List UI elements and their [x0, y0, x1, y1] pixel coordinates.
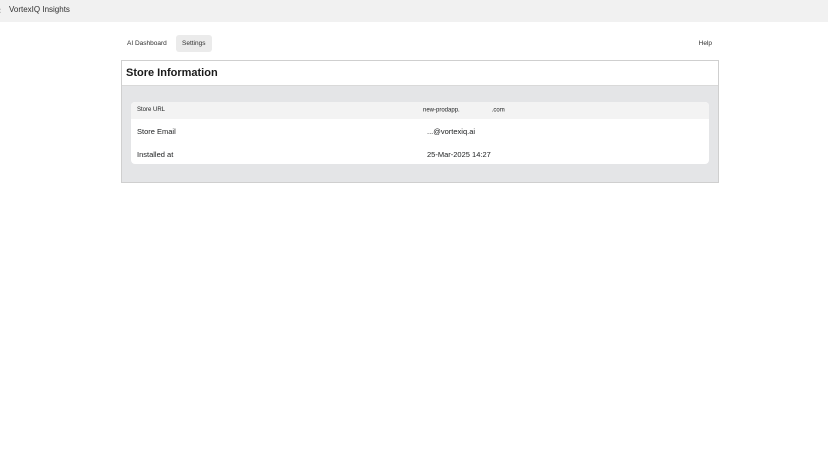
installed-at-label: Installed at: [137, 150, 174, 159]
app-title: VortexIQ Insights: [9, 5, 70, 14]
store-url-prefix: new-prodapp.: [423, 107, 460, 114]
redacted-mask: [460, 107, 492, 113]
store-url-value: new-prodapp. .com: [423, 107, 505, 114]
installed-at-value: 25-Mar-2025 14:27: [427, 150, 491, 159]
store-email-value: ...@vortexiq.ai: [427, 127, 476, 136]
card-title: Store Information: [126, 67, 218, 79]
back-chevron-icon[interactable]: ‹: [0, 5, 1, 15]
help-link[interactable]: Help: [693, 35, 718, 52]
table-row: Installed at 25-Mar-2025 14:27: [131, 142, 709, 164]
store-url-label: Store URL: [137, 107, 166, 113]
store-url-suffix: .com: [491, 107, 505, 114]
tab-settings[interactable]: Settings: [176, 35, 212, 52]
app-topbar: ‹ VortexIQ Insights: [0, 0, 828, 22]
store-email-label: Store Email: [137, 127, 176, 136]
table-row: Store URL new-prodapp. .com: [131, 102, 709, 119]
nav-bar: AI Dashboard Settings Help: [121, 35, 718, 52]
tab-ai-dashboard[interactable]: AI Dashboard: [121, 35, 173, 52]
store-information-card: Store Information Store URL new-prodapp.…: [121, 60, 719, 183]
card-header: Store Information: [122, 61, 718, 86]
store-info-table: Store URL new-prodapp. .com Store Email .…: [131, 102, 709, 164]
table-row: Store Email ...@vortexiq.ai: [131, 119, 709, 142]
